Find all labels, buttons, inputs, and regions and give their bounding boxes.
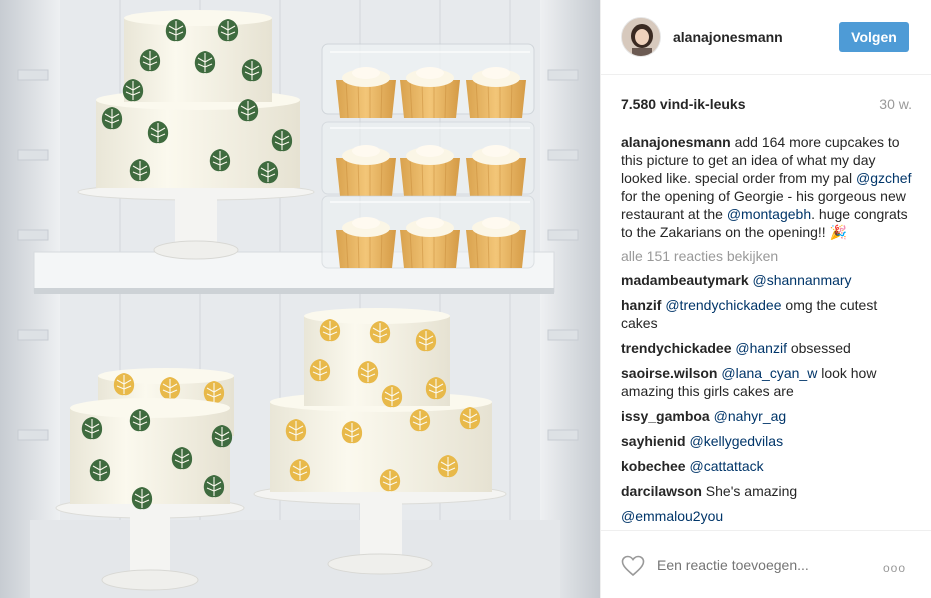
comment-username[interactable]: darcilawson	[621, 483, 702, 499]
comment-username[interactable]: hanzif	[621, 297, 661, 313]
comment-username[interactable]: madambeautymark	[621, 272, 749, 288]
comment-item: hanzif @trendychickadee omg the cutest c…	[621, 296, 912, 332]
comment-item: darcilawson She's amazing	[621, 482, 912, 500]
comment-text: She's amazing	[701, 483, 798, 499]
comment-item: issy_gamboa @nahyr_ag	[621, 407, 912, 425]
comment-text: obsessed	[786, 340, 851, 356]
caption-username[interactable]: alanajonesmann	[621, 134, 731, 150]
comment-username[interactable]: sayhienid	[621, 433, 686, 449]
comment-item: @emmalou2you	[621, 507, 912, 525]
caption-mention[interactable]: @gzchef	[856, 170, 911, 186]
post-author-username[interactable]: alanajonesmann	[673, 29, 783, 45]
comment-username[interactable]: saoirse.wilson	[621, 365, 717, 381]
post-caption: alanajonesmann add 164 more cupcakes to …	[621, 133, 912, 241]
heart-icon[interactable]	[621, 555, 645, 577]
post-panel: alanajonesmann Volgen 7.580 vind-ik-leuk…	[600, 0, 931, 598]
comments-list[interactable]: alanajonesmann add 164 more cupcakes to …	[621, 133, 912, 530]
add-comment-input[interactable]	[657, 557, 867, 573]
comment-mention[interactable]: @trendychickadee	[665, 297, 781, 313]
post-header: alanajonesmann Volgen	[601, 0, 931, 75]
cakes-in-fridge-image	[0, 0, 600, 598]
comment-mention[interactable]: @hanzif	[735, 340, 787, 356]
avatar-image	[622, 18, 660, 56]
comment-mention[interactable]: @cattattack	[689, 458, 763, 474]
comment-mention[interactable]: @kellygedvilas	[689, 433, 783, 449]
comment-username[interactable]: kobechee	[621, 458, 686, 474]
caption-mention[interactable]: @montagebh	[727, 206, 811, 222]
comment-mention[interactable]: @emmalou2you	[621, 508, 723, 524]
comment-item: saoirse.wilson @lana_cyan_w look how ama…	[621, 364, 912, 400]
comment-mention[interactable]: @lana_cyan_w	[721, 365, 817, 381]
comment-username[interactable]: trendychickadee	[621, 340, 732, 356]
view-all-comments-link[interactable]: alle 151 reacties bekijken	[621, 247, 912, 265]
avatar[interactable]	[621, 17, 661, 57]
comment-item: trendychickadee @hanzif obsessed	[621, 339, 912, 357]
likes-count[interactable]: 7.580 vind-ik-leuks	[621, 96, 746, 112]
comment-item: madambeautymark @shannanmary	[621, 271, 912, 289]
follow-button[interactable]: Volgen	[839, 22, 909, 52]
post-meta: 7.580 vind-ik-leuks 30 w.	[621, 96, 912, 116]
comment-item: sayhienid @kellygedvilas	[621, 432, 912, 450]
comment-mention[interactable]: @shannanmary	[753, 272, 852, 288]
comment-mention[interactable]: @nahyr_ag	[714, 408, 787, 424]
comment-username[interactable]: issy_gamboa	[621, 408, 710, 424]
more-options-icon[interactable]: ooo	[883, 561, 906, 575]
comment-footer: ooo	[601, 530, 931, 598]
post-timestamp[interactable]: 30 w.	[879, 96, 912, 112]
post-photo[interactable]	[0, 0, 600, 598]
comment-item: kobechee @cattattack	[621, 457, 912, 475]
